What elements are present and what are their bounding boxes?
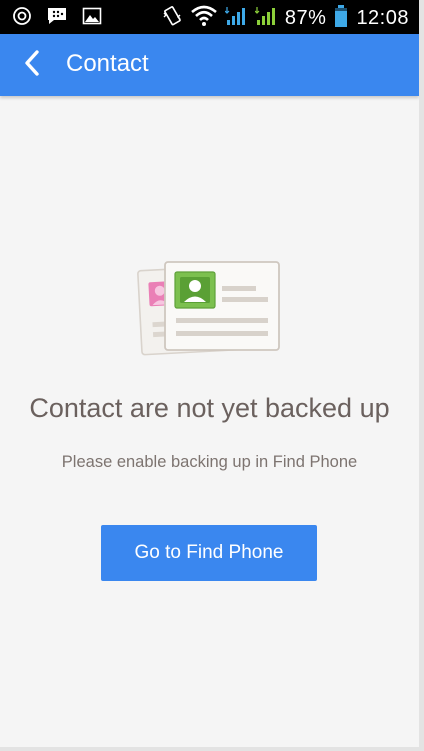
wifi-icon xyxy=(191,5,217,32)
vibrate-icon xyxy=(161,5,183,32)
status-bar-left xyxy=(12,6,102,31)
image-icon xyxy=(82,6,102,31)
battery-percent: 87% xyxy=(284,7,327,29)
chevron-left-icon xyxy=(22,49,42,82)
status-bar-right: 87% 12:08 xyxy=(161,4,409,33)
empty-state-subtitle: Please enable backing up in Find Phone xyxy=(61,453,358,471)
status-bar: 87% 12:08 xyxy=(0,0,419,34)
back-button[interactable] xyxy=(10,43,54,87)
battery-icon xyxy=(334,4,348,33)
signal-icon xyxy=(254,5,277,32)
app-bar: Contact xyxy=(0,34,419,96)
go-to-find-phone-button[interactable]: Go to Find Phone xyxy=(101,525,317,581)
screen: 87% 12:08 Contact Contact are not yet ba… xyxy=(0,0,424,751)
messenger-icon xyxy=(46,6,68,31)
contact-cards-icon xyxy=(134,258,284,358)
page-title: Contact xyxy=(66,50,149,77)
empty-state-title: Contact are not yet backed up xyxy=(29,393,390,423)
signal-icon xyxy=(224,5,247,32)
clock: 12:08 xyxy=(356,7,409,29)
target-icon xyxy=(12,6,32,31)
